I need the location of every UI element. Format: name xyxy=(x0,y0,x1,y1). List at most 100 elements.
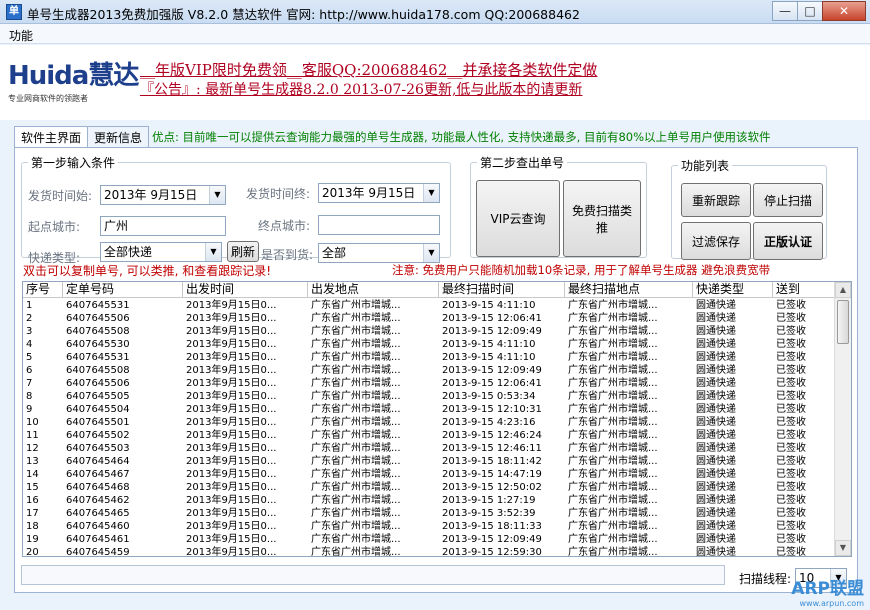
column-header-last-scan-time[interactable]: 最终扫描时间 xyxy=(439,282,565,298)
chevron-down-icon[interactable]: ▼ xyxy=(209,186,225,204)
cell-last-scan-place: 广东省广州市增城... xyxy=(568,300,658,311)
menu-function[interactable]: 功能 xyxy=(9,27,33,44)
functions-group: 功能列表 重新跟踪 停止扫描 过滤保存 正版认证 xyxy=(671,157,827,260)
table-row[interactable]: 3 6407645508 2013年9月15日0... 广东省广州市增城... 2013… xyxy=(23,325,835,338)
table-row[interactable]: 18 6407645460 2013年9月15日0... 广东省广州市增城... 201… xyxy=(23,520,835,533)
table-row[interactable]: 12 6407645503 2013年9月15日0... 广东省广州市增城... 201… xyxy=(23,442,835,455)
table-row[interactable]: 5 6407645531 2013年9月15日0... 广东省广州市增城... 2013… xyxy=(23,351,835,364)
courier-value: 全部快递 xyxy=(104,245,153,259)
cell-index: 6 xyxy=(26,365,33,376)
ship-start-date-picker[interactable]: 2013年 9月15日 ▼ xyxy=(100,185,226,205)
cell-ship-time: 2013年9月15日0... xyxy=(186,365,277,376)
column-header-ship-time[interactable]: 出发时间 xyxy=(183,282,308,298)
chevron-down-icon[interactable]: ▼ xyxy=(423,184,439,202)
scroll-up-icon[interactable]: ▲ xyxy=(835,282,851,298)
delivered-label: 是否到货: xyxy=(261,248,314,262)
cell-ship-place: 广东省广州市增城... xyxy=(311,547,401,557)
table-row[interactable]: 10 6407645501 2013年9月15日0... 广东省广州市增城... 201… xyxy=(23,416,835,429)
cell-courier: 圆通快递 xyxy=(696,404,736,415)
cell-index: 18 xyxy=(26,521,39,532)
close-button[interactable]: ✕ xyxy=(822,1,866,21)
table-row[interactable]: 16 6407645462 2013年9月15日0... 广东省广州市增城... 201… xyxy=(23,494,835,507)
genuine-auth-button[interactable]: 正版认证 xyxy=(753,222,823,260)
window-controls: — □ ✕ xyxy=(772,1,866,21)
column-header-last-scan-place[interactable]: 最终扫描地点 xyxy=(565,282,693,298)
delivered-select[interactable]: 全部 ▼ xyxy=(318,243,440,263)
cell-ship-time: 2013年9月15日0... xyxy=(186,326,277,337)
cell-delivered: 已签收 xyxy=(776,495,806,506)
cell-ship-time: 2013年9月15日0... xyxy=(186,339,277,350)
cell-ship-place: 广东省广州市增城... xyxy=(311,313,401,324)
table-row[interactable]: 4 6407645530 2013年9月15日0... 广东省广州市增城... 2013… xyxy=(23,338,835,351)
ship-end-label: 发货时间终: xyxy=(246,187,311,201)
cell-order-number: 6407645502 xyxy=(66,430,130,441)
minimize-button[interactable]: — xyxy=(772,1,798,21)
cell-order-number: 6407645460 xyxy=(66,521,130,532)
origin-city-input[interactable]: 广州 xyxy=(100,216,226,236)
table-row[interactable]: 6 6407645508 2013年9月15日0... 广东省广州市增城... 2013… xyxy=(23,364,835,377)
table-row[interactable]: 1 6407645531 2013年9月15日0... 广东省广州市增城... 2013… xyxy=(23,299,835,312)
cell-courier: 圆通快递 xyxy=(696,352,736,363)
table-row[interactable]: 8 6407645505 2013年9月15日0... 广东省广州市增城... 2013… xyxy=(23,390,835,403)
table-row[interactable]: 19 6407645461 2013年9月15日0... 广东省广州市增城... 201… xyxy=(23,533,835,546)
table-row[interactable]: 7 6407645506 2013年9月15日0... 广东省广州市增城... 2013… xyxy=(23,377,835,390)
column-header-order-number[interactable]: 定单号码 xyxy=(63,282,183,298)
refresh-button[interactable]: 刷新 xyxy=(227,241,259,262)
cell-courier: 圆通快递 xyxy=(696,508,736,519)
free-scan-button[interactable]: 免费扫描类推 xyxy=(563,180,641,257)
cell-ship-time: 2013年9月15日0... xyxy=(186,404,277,415)
table-row[interactable]: 15 6407645468 2013年9月15日0... 广东省广州市增城... 201… xyxy=(23,481,835,494)
scroll-down-icon[interactable]: ▼ xyxy=(835,540,851,556)
dest-city-input[interactable] xyxy=(318,215,440,235)
table-scrollbar[interactable]: ▲ ▼ xyxy=(834,282,851,556)
filter-save-button[interactable]: 过滤保存 xyxy=(681,222,751,260)
chevron-down-icon[interactable]: ▼ xyxy=(423,244,439,262)
table-row[interactable]: 9 6407645504 2013年9月15日0... 广东省广州市增城... 2013… xyxy=(23,403,835,416)
tab-update-info[interactable]: 更新信息 xyxy=(87,126,150,148)
banner-promo-link[interactable]: __年版VIP限时免费领__客服QQ:200688462__并承接各类软件定做 xyxy=(140,59,597,80)
vip-query-button[interactable]: VIP云查询 xyxy=(476,180,560,257)
ship-end-date-picker[interactable]: 2013年 9月15日 ▼ xyxy=(318,183,440,203)
retrack-button[interactable]: 重新跟踪 xyxy=(681,183,751,217)
banner-announcement-link[interactable]: 『公告』: 最新单号生成器8.2.0 2013-07-26更新,低与此版本的请更… xyxy=(140,79,582,99)
column-header-index[interactable]: 序号 xyxy=(23,282,63,298)
cell-index: 14 xyxy=(26,469,39,480)
logo-text: Huida xyxy=(8,61,89,91)
column-header-courier[interactable]: 快递类型 xyxy=(693,282,773,298)
cell-delivered: 已签收 xyxy=(776,508,806,519)
table-row[interactable]: 17 6407645465 2013年9月15日0... 广东省广州市增城... 201… xyxy=(23,507,835,520)
cell-ship-time: 2013年9月15日0... xyxy=(186,378,277,389)
cell-ship-place: 广东省广州市增城... xyxy=(311,300,401,311)
tab-main[interactable]: 软件主界面 xyxy=(14,126,89,149)
cell-courier: 圆通快递 xyxy=(696,417,736,428)
cell-last-scan-place: 广东省广州市增城... xyxy=(568,430,658,441)
cell-order-number: 6407645531 xyxy=(66,300,130,311)
cell-delivered: 已签收 xyxy=(776,521,806,532)
cell-last-scan-time: 2013-9-15 18:11:33 xyxy=(442,521,542,532)
cell-delivered: 已签收 xyxy=(776,365,806,376)
results-table[interactable]: 序号 定单号码 出发时间 出发地点 最终扫描时间 最终扫描地点 快递类型 送到 … xyxy=(22,281,852,557)
cell-last-scan-time: 2013-9-15 1:27:19 xyxy=(442,495,536,506)
cell-last-scan-place: 广东省广州市增城... xyxy=(568,326,658,337)
scroll-thumb[interactable] xyxy=(837,300,849,344)
table-row[interactable]: 2 6407645506 2013年9月15日0... 广东省广州市增城... 2013… xyxy=(23,312,835,325)
cell-index: 15 xyxy=(26,482,39,493)
table-row[interactable]: 20 6407645459 2013年9月15日0... 广东省广州市增城... 201… xyxy=(23,546,835,557)
stop-scan-button[interactable]: 停止扫描 xyxy=(753,183,823,217)
table-row[interactable]: 14 6407645467 2013年9月15日0... 广东省广州市增城... 201… xyxy=(23,468,835,481)
table-row[interactable]: 11 6407645502 2013年9月15日0... 广东省广州市增城... 201… xyxy=(23,429,835,442)
ship-end-value: 2013年 9月15日 xyxy=(322,186,416,200)
cell-courier: 圆通快递 xyxy=(696,534,736,545)
courier-select[interactable]: 全部快递 ▼ xyxy=(100,242,222,262)
cell-index: 9 xyxy=(26,404,33,415)
cell-last-scan-time: 2013-9-15 12:06:41 xyxy=(442,378,542,389)
cell-courier: 圆通快递 xyxy=(696,391,736,402)
cell-delivered: 已签收 xyxy=(776,391,806,402)
window-title: 单号生成器2013免费加强版 V8.2.0 慧达软件 官网: http://ww… xyxy=(27,7,580,22)
cell-ship-time: 2013年9月15日0... xyxy=(186,430,277,441)
table-row[interactable]: 13 6407645464 2013年9月15日0... 广东省广州市增城... 201… xyxy=(23,455,835,468)
maximize-button[interactable]: □ xyxy=(797,1,823,21)
chevron-down-icon[interactable]: ▼ xyxy=(205,243,221,261)
column-header-delivered[interactable]: 送到 xyxy=(773,282,835,298)
column-header-ship-place[interactable]: 出发地点 xyxy=(308,282,439,298)
